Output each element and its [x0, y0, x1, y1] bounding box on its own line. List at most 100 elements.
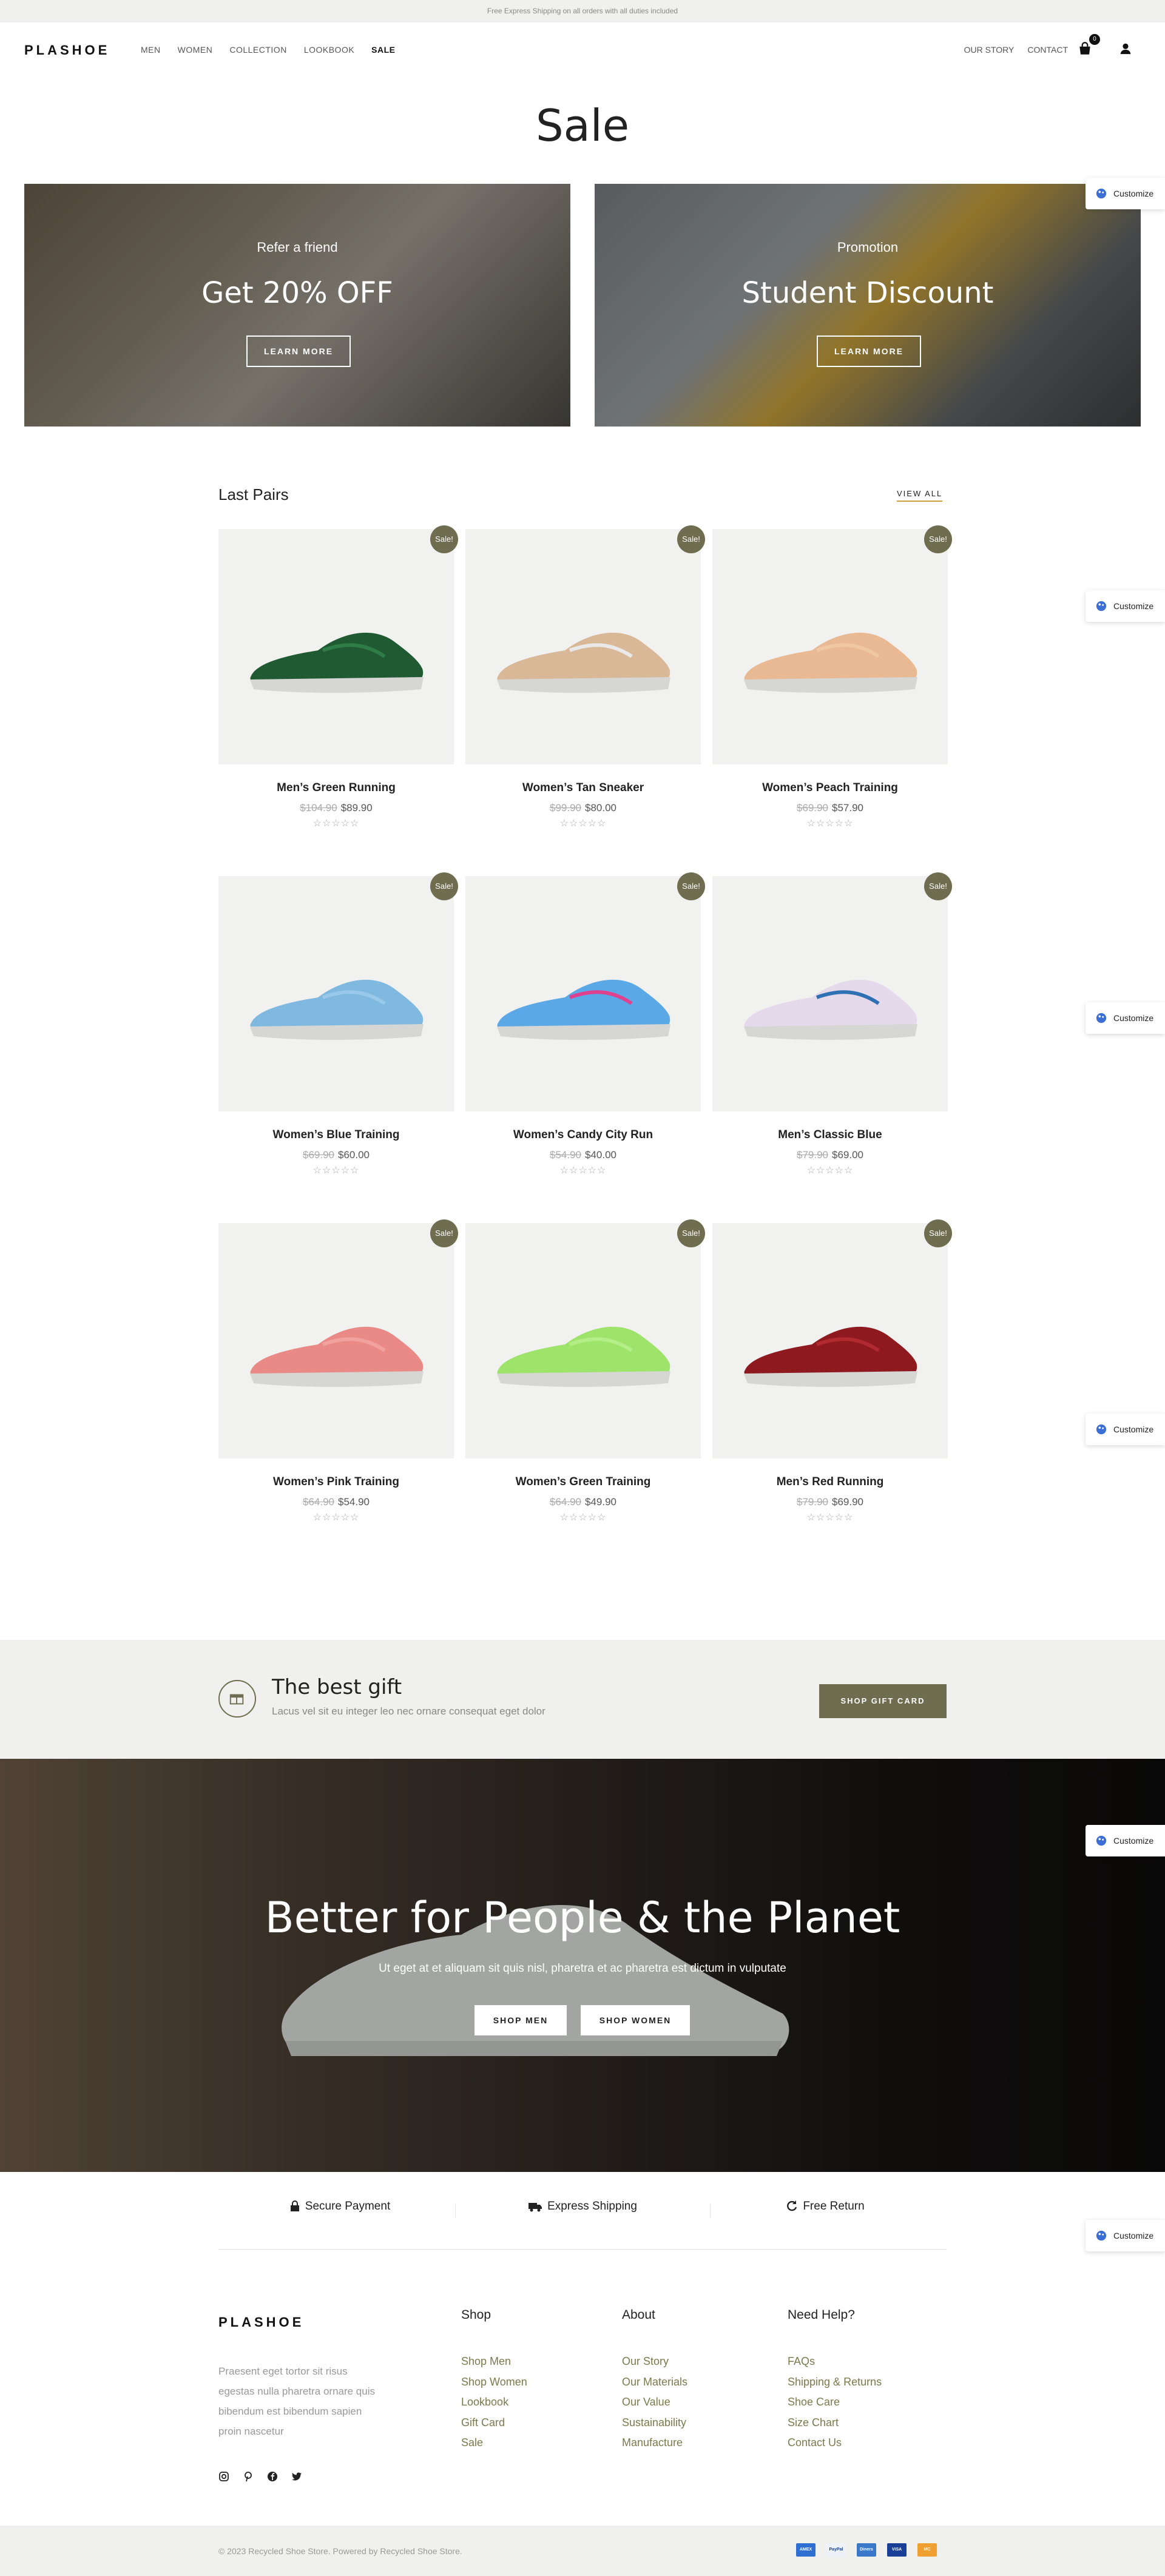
product-card[interactable]: Sale! Women’s Pink Training $64.90 $54.90 ☆☆… — [218, 1219, 458, 1563]
product-card[interactable]: Sale! Men’s Green Running $104.90 $89.90 ☆☆☆… — [218, 525, 458, 869]
rating-stars: ☆☆☆☆☆ — [312, 1512, 360, 1523]
product-image[interactable] — [465, 529, 701, 764]
product-image[interactable] — [712, 1223, 948, 1458]
nav-item-our-story[interactable]: OUR STORY — [964, 45, 1015, 55]
footer-link[interactable]: Shop Men — [461, 2352, 527, 2372]
learn-more-button[interactable]: LEARN MORE — [817, 335, 921, 367]
product-name[interactable]: Men’s Classic Blue — [712, 1128, 948, 1142]
footer-col-title: Need Help? — [788, 2308, 855, 2322]
sneaker-icon — [250, 632, 424, 693]
nav-item-lookbook[interactable]: LOOKBOOK — [304, 45, 354, 55]
footer-link[interactable]: Our Materials — [622, 2372, 687, 2393]
pinterest-icon[interactable] — [243, 2471, 254, 2482]
product-image[interactable] — [712, 876, 948, 1111]
product-card[interactable]: Sale! Women’s Blue Training $69.90 $60.00 ☆☆… — [218, 872, 458, 1216]
original-price: $79.90 — [797, 1149, 828, 1161]
product-image[interactable] — [465, 1223, 701, 1458]
section-title: Last Pairs — [218, 485, 289, 504]
view-all-link[interactable]: VIEW ALL — [897, 489, 943, 502]
promo-headline: Student Discount — [741, 276, 994, 310]
customize-button[interactable]: Customize — [1086, 178, 1165, 209]
nav-item-women[interactable]: WOMEN — [178, 45, 213, 55]
product-card[interactable]: Sale! Women’s Tan Sneaker $99.90 $80.00 ☆☆☆☆… — [465, 525, 705, 869]
sale-price: $60.00 — [338, 1149, 370, 1161]
product-image[interactable] — [712, 529, 948, 764]
product-name[interactable]: Women’s Blue Training — [218, 1128, 454, 1142]
product-name[interactable]: Women’s Tan Sneaker — [465, 781, 701, 795]
product-name[interactable]: Women’s Peach Training — [712, 781, 948, 795]
footer-col-help: Need Help? FAQs Shipping & Returns Shoe … — [788, 2308, 882, 2453]
product-card[interactable]: Sale! Women’s Candy City Run $54.90 $40.00 ☆… — [465, 872, 705, 1216]
user-icon[interactable] — [1119, 42, 1132, 55]
customize-label: Customize — [1113, 1013, 1154, 1023]
footer-link[interactable]: Manufacture — [622, 2433, 687, 2453]
feature-label: Secure Payment — [305, 2200, 391, 2213]
product-name[interactable]: Women’s Green Training — [465, 1475, 701, 1489]
footer-link[interactable]: Contact Us — [788, 2433, 882, 2453]
footer-link[interactable]: Our Story — [622, 2352, 687, 2372]
footer-link[interactable]: Sustainability — [622, 2413, 687, 2433]
footer-col-about: About Our Story Our Materials Our Value … — [622, 2308, 687, 2453]
customize-button[interactable]: Customize — [1086, 2220, 1165, 2251]
customize-button[interactable]: Customize — [1086, 1414, 1165, 1445]
footer-link[interactable]: Lookbook — [461, 2392, 527, 2413]
main-nav: MEN WOMEN COLLECTION LOOKBOOK SALE — [141, 45, 396, 55]
product-image[interactable] — [218, 529, 454, 764]
product-image[interactable] — [465, 876, 701, 1111]
sale-price: $69.90 — [832, 1496, 863, 1508]
customize-button[interactable]: Customize — [1086, 1002, 1165, 1034]
footer-link[interactable]: Gift Card — [461, 2413, 527, 2433]
product-card[interactable]: Sale! Women’s Green Training $64.90 $49.90 ☆… — [465, 1219, 705, 1563]
footer-link[interactable]: Shoe Care — [788, 2392, 882, 2413]
footer-logo[interactable]: PLASHOE — [218, 2315, 304, 2330]
footer-link[interactable]: FAQs — [788, 2352, 882, 2372]
customize-button[interactable]: Customize — [1086, 1825, 1165, 1856]
nav-item-contact[interactable]: CONTACT — [1027, 45, 1068, 55]
facebook-icon[interactable] — [267, 2471, 278, 2482]
product-name[interactable]: Women’s Candy City Run — [465, 1128, 701, 1142]
footer-bottom-bar: © 2023 Recycled Shoe Store. Powered by R… — [0, 2526, 1165, 2576]
gift-card-section: The best gift Lacus vel sit eu integer l… — [0, 1640, 1165, 1759]
original-price: $104.90 — [300, 802, 337, 814]
product-price: $69.90 $57.90 — [712, 802, 948, 814]
customize-button[interactable]: Customize — [1086, 590, 1165, 622]
product-name[interactable]: Women’s Pink Training — [218, 1475, 454, 1489]
product-name[interactable]: Men’s Red Running — [712, 1475, 948, 1489]
footer-link[interactable]: Shop Women — [461, 2372, 527, 2393]
product-image[interactable] — [218, 1223, 454, 1458]
customize-label: Customize — [1113, 601, 1154, 611]
footer-link[interactable]: Shipping & Returns — [788, 2372, 882, 2393]
nav-item-men[interactable]: MEN — [141, 45, 161, 55]
product-image[interactable] — [218, 876, 454, 1111]
sneaker-icon — [744, 632, 917, 693]
learn-more-button[interactable]: LEARN MORE — [246, 335, 351, 367]
product-card[interactable]: Sale! Men’s Red Running $79.90 $69.90 ☆☆☆☆☆ — [712, 1219, 952, 1563]
product-card[interactable]: Sale! Women’s Peach Training $69.90 $57.90 ☆… — [712, 525, 952, 869]
announcement-text: Free Express Shipping on all orders with… — [487, 7, 678, 15]
diners-card-icon: Diners — [857, 2543, 876, 2557]
product-card[interactable]: Sale! Men’s Classic Blue $79.90 $69.00 ☆☆☆☆☆ — [712, 872, 952, 1216]
instagram-icon[interactable] — [218, 2471, 229, 2482]
rating-stars: ☆☆☆☆☆ — [559, 1165, 607, 1176]
product-name[interactable]: Men’s Green Running — [218, 781, 454, 795]
footer-link[interactable]: Sale — [461, 2433, 527, 2453]
mastercard-card-icon: MC — [917, 2543, 937, 2557]
shop-women-button[interactable]: SHOP WOMEN — [581, 2005, 690, 2035]
nav-item-collection[interactable]: COLLECTION — [229, 45, 286, 55]
sneaker-icon — [497, 979, 670, 1040]
sale-price: $54.90 — [338, 1496, 370, 1508]
shop-men-button[interactable]: SHOP MEN — [474, 2005, 567, 2035]
truck-icon — [528, 2203, 542, 2212]
palette-icon — [1096, 1424, 1107, 1435]
rating-stars: ☆☆☆☆☆ — [806, 1512, 854, 1523]
sale-badge: Sale! — [924, 872, 952, 900]
footer-link[interactable]: Our Value — [622, 2392, 687, 2413]
feature-express-shipping: Express Shipping — [461, 2200, 704, 2213]
site-logo[interactable]: PLASHOE — [24, 42, 110, 58]
twitter-icon[interactable] — [291, 2471, 302, 2482]
promo-headline: Get 20% OFF — [201, 276, 393, 310]
footer-link[interactable]: Size Chart — [788, 2413, 882, 2433]
sale-badge: Sale! — [677, 525, 705, 553]
nav-item-sale[interactable]: SALE — [371, 45, 395, 55]
shop-gift-card-button[interactable]: SHOP GIFT CARD — [819, 1684, 947, 1718]
